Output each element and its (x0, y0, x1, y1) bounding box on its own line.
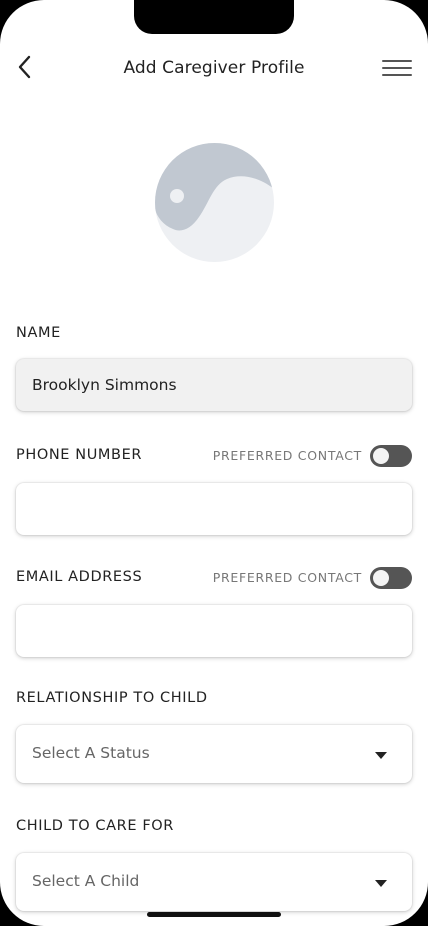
device-notch (134, 0, 294, 34)
menu-button[interactable] (380, 56, 414, 80)
phone-screen: Add Caregiver Profile NAME PHONE NUMBER … (0, 0, 428, 926)
hamburger-menu-icon (382, 60, 412, 62)
relationship-label: RELATIONSHIP TO CHILD (16, 690, 208, 706)
home-indicator[interactable] (147, 912, 281, 917)
phone-field[interactable] (16, 483, 412, 535)
header-bar: Add Caregiver Profile (0, 50, 428, 86)
email-preferred-contact-toggle[interactable] (370, 567, 412, 589)
email-field[interactable] (16, 605, 412, 657)
name-field[interactable] (16, 359, 412, 411)
toggle-knob (373, 448, 389, 464)
caret-down-icon (375, 752, 387, 759)
phone-preferred-contact-toggle[interactable] (370, 445, 412, 467)
toggle-knob (373, 570, 389, 586)
relationship-select-value: Select A Status (32, 744, 150, 762)
phone-input[interactable] (16, 483, 412, 535)
email-input[interactable] (16, 605, 412, 657)
relationship-select[interactable]: Select A Status (16, 725, 412, 783)
child-label: CHILD TO CARE FOR (16, 818, 174, 834)
avatar-upload[interactable] (155, 143, 274, 262)
name-label: NAME (16, 325, 61, 341)
email-preferred-contact-label: PREFERRED CONTACT (212, 570, 362, 585)
email-label: EMAIL ADDRESS (16, 569, 143, 585)
phone-label: PHONE NUMBER (16, 447, 143, 463)
child-select-value: Select A Child (32, 872, 140, 890)
avatar-placeholder-icon (155, 143, 274, 262)
caret-down-icon (375, 880, 387, 887)
page-title: Add Caregiver Profile (123, 58, 305, 78)
phone-preferred-contact-label: PREFERRED CONTACT (212, 448, 362, 463)
child-select[interactable]: Select A Child (16, 853, 412, 911)
name-input[interactable] (16, 359, 412, 411)
